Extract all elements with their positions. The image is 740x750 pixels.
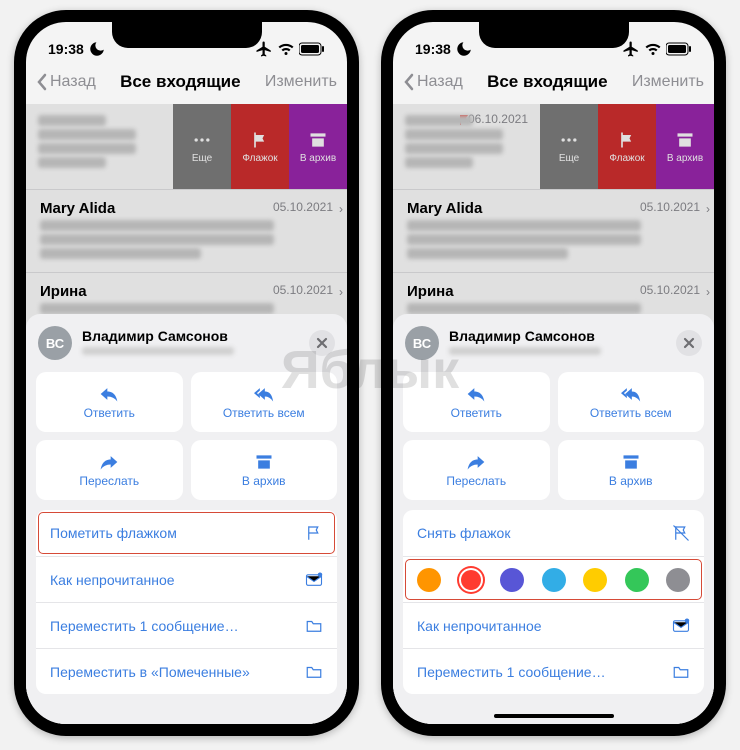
avatar: ВС xyxy=(38,326,72,360)
sheet-person-name: Владимир Самсонов xyxy=(82,328,299,344)
chevron-right-icon: › xyxy=(339,202,343,216)
reply-icon xyxy=(99,384,119,404)
notch xyxy=(112,22,262,48)
archive-button[interactable]: В архив xyxy=(558,440,705,500)
reply-button[interactable]: Ответить xyxy=(403,372,550,432)
page-title: Все входящие xyxy=(487,72,608,92)
flag-remove-button[interactable]: Снять флажок xyxy=(403,510,704,556)
swipe-archive-button[interactable]: В архив xyxy=(289,104,347,189)
battery-icon xyxy=(299,42,325,56)
mail-row-swiped[interactable]: 06.10.2021 Еще Ф xyxy=(393,104,714,190)
flag-outline-icon xyxy=(305,524,323,542)
flag-color-option[interactable] xyxy=(666,568,690,592)
folder-icon xyxy=(305,663,323,681)
mail-date: 05.10.2021 xyxy=(640,200,700,214)
moon-icon xyxy=(455,40,473,58)
envelope-dot-icon xyxy=(305,571,323,589)
mail-date: 05.10.2021 xyxy=(273,200,333,214)
close-button[interactable] xyxy=(676,330,702,356)
avatar: ВС xyxy=(405,326,439,360)
flag-icon xyxy=(249,130,271,150)
page-title: Все входящие xyxy=(120,72,241,92)
flag-color-option[interactable] xyxy=(583,568,607,592)
moon-icon xyxy=(88,40,106,58)
mark-unread-button[interactable]: Как непрочитанное xyxy=(403,602,704,648)
sheet-person-name: Владимир Самсонов xyxy=(449,328,666,344)
chevron-right-icon: › xyxy=(339,285,343,299)
swipe-flag-button[interactable]: Флажок xyxy=(231,104,289,189)
folder-icon xyxy=(305,617,323,635)
swipe-archive-button[interactable]: В архив xyxy=(656,104,714,189)
airplane-icon xyxy=(622,40,640,58)
flag-color-option[interactable] xyxy=(542,568,566,592)
reply-icon xyxy=(466,384,486,404)
reply-all-button[interactable]: Ответить всем xyxy=(558,372,705,432)
close-button[interactable] xyxy=(309,330,335,356)
archive-button[interactable]: В архив xyxy=(191,440,338,500)
action-sheet: ВС Владимир Самсонов Ответить xyxy=(393,314,714,724)
flag-color-option[interactable] xyxy=(417,568,441,592)
forward-button[interactable]: Переслать xyxy=(403,440,550,500)
move-to-flagged-button[interactable]: Переместить в «Помеченные» xyxy=(36,648,337,694)
close-icon xyxy=(316,337,328,349)
mail-row-swiped[interactable]: Еще Флажок В архив xyxy=(26,104,347,190)
mail-date: 05.10.2021 xyxy=(273,283,333,297)
flag-color-row xyxy=(403,556,704,602)
status-time: 19:38 xyxy=(415,41,451,57)
chevron-left-icon xyxy=(36,73,48,91)
close-icon xyxy=(683,337,695,349)
flag-color-option[interactable] xyxy=(625,568,649,592)
flag-color-option[interactable] xyxy=(500,568,524,592)
archive-icon xyxy=(674,130,696,150)
envelope-dot-icon xyxy=(672,617,690,635)
notch xyxy=(479,22,629,48)
status-time: 19:38 xyxy=(48,41,84,57)
phone-frame-right: 19:38 Назад Все входящие Изменить xyxy=(381,10,726,736)
forward-button[interactable]: Переслать xyxy=(36,440,183,500)
edit-button[interactable]: Изменить xyxy=(632,73,704,91)
wifi-icon xyxy=(277,40,295,58)
home-indicator xyxy=(494,714,614,718)
flag-color-option[interactable] xyxy=(459,568,483,592)
action-sheet: ВС Владимир Самсонов Ответить xyxy=(26,314,347,724)
airplane-icon xyxy=(255,40,273,58)
mark-unread-button[interactable]: Как непрочитанное xyxy=(36,556,337,602)
reply-all-button[interactable]: Ответить всем xyxy=(191,372,338,432)
swipe-flag-button[interactable]: Флажок xyxy=(598,104,656,189)
chevron-right-icon: › xyxy=(706,285,710,299)
back-button[interactable]: Назад xyxy=(36,73,96,91)
move-message-button[interactable]: Переместить 1 сообщение… xyxy=(403,648,704,694)
swipe-more-button[interactable]: Еще xyxy=(173,104,231,189)
flag-slash-icon xyxy=(672,524,690,542)
nav-bar: Назад Все входящие Изменить xyxy=(26,60,347,104)
flag-icon xyxy=(616,130,638,150)
ellipsis-icon xyxy=(558,130,580,150)
nav-bar: Назад Все входящие Изменить xyxy=(393,60,714,104)
ellipsis-icon xyxy=(191,130,213,150)
edit-button[interactable]: Изменить xyxy=(265,73,337,91)
forward-icon xyxy=(99,452,119,472)
reply-all-icon xyxy=(254,384,274,404)
phone-frame-left: 19:38 Назад Все входящие Изменить xyxy=(14,10,359,736)
forward-icon xyxy=(466,452,486,472)
archive-icon xyxy=(307,130,329,150)
mail-date: 06.10.2021 xyxy=(468,112,528,126)
mail-date: 05.10.2021 xyxy=(640,283,700,297)
mail-row[interactable]: Mary Alida 05.10.2021 › xyxy=(26,190,347,273)
back-button[interactable]: Назад xyxy=(403,73,463,91)
battery-icon xyxy=(666,42,692,56)
flag-add-button[interactable]: Пометить флажком xyxy=(36,510,337,556)
mail-row[interactable]: Mary Alida 05.10.2021 › xyxy=(393,190,714,273)
archive-box-icon xyxy=(621,452,641,472)
reply-button[interactable]: Ответить xyxy=(36,372,183,432)
swipe-more-button[interactable]: Еще xyxy=(540,104,598,189)
wifi-icon xyxy=(644,40,662,58)
chevron-left-icon xyxy=(403,73,415,91)
move-message-button[interactable]: Переместить 1 сообщение… xyxy=(36,602,337,648)
archive-box-icon xyxy=(254,452,274,472)
reply-all-icon xyxy=(621,384,641,404)
folder-icon xyxy=(672,663,690,681)
chevron-right-icon: › xyxy=(706,202,710,216)
